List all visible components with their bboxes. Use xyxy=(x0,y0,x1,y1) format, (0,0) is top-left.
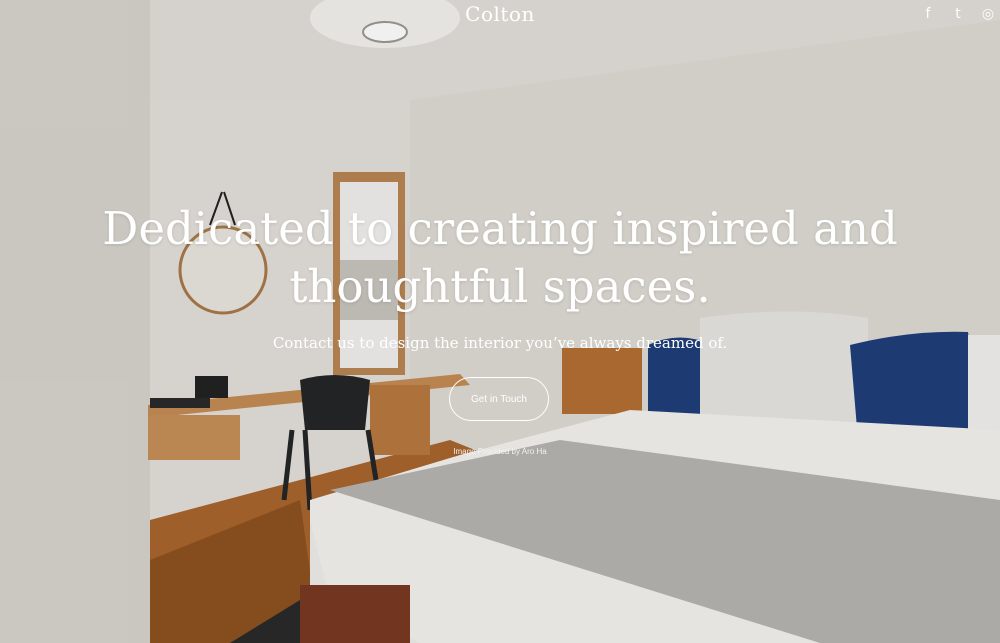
hero-subtitle: Contact us to design the interior you’ve… xyxy=(272,334,728,352)
image-credit: Image Provided by Aro Ha xyxy=(453,447,547,456)
get-in-touch-button[interactable]: Get in Touch xyxy=(449,377,549,421)
social-links: f t ◎ xyxy=(920,6,996,22)
facebook-icon[interactable]: f xyxy=(920,6,936,22)
instagram-icon[interactable]: ◎ xyxy=(980,6,996,22)
hero-section: Colton f t ◎ Dedicated to creating inspi… xyxy=(0,0,1000,643)
twitter-icon[interactable]: t xyxy=(950,6,966,22)
hero-background-image xyxy=(0,0,1000,643)
hero-headline-line-1: Dedicated to creating inspired and xyxy=(102,202,898,255)
hero-headline: Dedicated to creating inspired and thoug… xyxy=(100,200,900,316)
site-title[interactable]: Colton xyxy=(0,2,1000,26)
hero-headline-line-2: thoughtful spaces. xyxy=(289,260,711,313)
